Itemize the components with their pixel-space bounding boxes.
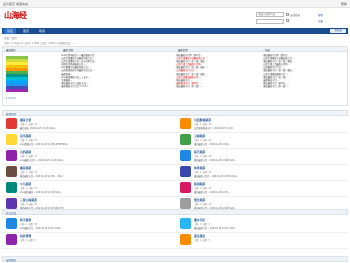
forum-icon[interactable] <box>6 198 17 209</box>
col-new-threads: 最新主题 <box>63 49 74 52</box>
forum-icon[interactable] <box>180 218 191 229</box>
forum-icon[interactable] <box>6 118 17 129</box>
new-post-button[interactable]: 发新帖 <box>330 29 346 33</box>
forum-stats-line: 今日: 1 | 昨日: 6 | 帖子: 1,836 | 会员: 4,552 | … <box>4 42 75 45</box>
forum-last-post[interactable]: 播出最新节目... 2023-6-15 13:28 Ywhu <box>194 158 235 162</box>
forum-icon[interactable] <box>6 218 17 229</box>
remember-checkbox[interactable] <box>286 19 289 22</box>
forum-item[interactable]: 意见建议 主题: 1, 帖数: 5 <box>176 233 348 248</box>
register-link[interactable]: 注册 <box>318 19 323 23</box>
section-title: 影视天堂 <box>6 113 17 116</box>
forum-item[interactable]: 少儿频道 主题: 1, 帖数: 37 sina播出最新... 2023-6-15 1… <box>2 181 174 196</box>
top-bar: 设为首页 收藏本站 帮助 <box>0 0 350 8</box>
search-link[interactable]: 搜索 <box>318 13 323 17</box>
col-new-images: 最新图片 <box>6 49 17 52</box>
forum-last-post[interactable]: 播出最新节目... 2023-6-15 12:58 ... Pel 1 <box>20 174 63 178</box>
forum-last-post[interactable]: sina重播节目... 2023-6-15 12:38 (STKRTSSs) <box>20 142 68 146</box>
list-item[interactable]: · 播出最新节目（全一套）... <box>175 85 260 88</box>
forum-icon[interactable] <box>6 134 17 145</box>
forum-item[interactable]: 综艺频道 主题: 1, 帖数: 56 播出最新节目... 2023-6-15 13:… <box>176 149 348 164</box>
forum-last-post[interactable]: sina最新共计... 2023-6-15 12:51 Ywhu <box>20 226 61 230</box>
nav-tab-forum[interactable]: 论坛 <box>4 28 17 34</box>
forum-icon[interactable] <box>180 234 191 245</box>
section-header-general[interactable]: 综合交流 <box>2 209 348 215</box>
forum-item[interactable]: 新手报到 主题: 1, 帖数: 58 sina最新共计... 2023-6-15 1… <box>2 217 174 232</box>
slideshow-pager[interactable]: 1 2 3 4 5 <box>6 97 16 100</box>
forum-item[interactable]: 播音天堂 主题: 1, 帖数: 32 最后发表: 2023-6-15 13:18 Y… <box>2 117 174 132</box>
breadcrumb[interactable]: 论坛 › 首页 <box>4 36 204 40</box>
nav-tab-guide[interactable]: 导读 <box>36 28 48 34</box>
row-divider <box>2 248 348 249</box>
forum-icon[interactable] <box>6 150 17 161</box>
forum-icon[interactable] <box>6 182 17 193</box>
forum-item[interactable]: 卫视频道 主题: 1, 帖数: 51 播出最新节目... 2023-6-15 13:… <box>176 133 348 148</box>
forum-icon[interactable] <box>180 118 191 129</box>
forum-icon[interactable] <box>180 134 191 145</box>
main-nav: 论坛 首页 导读 发新帖 <box>2 28 348 34</box>
forum-stats: 主题: 1, 帖数: 3 <box>20 239 36 242</box>
forum-last-post[interactable]: sina最新节目共... 2023-6-15 12:28 Ywhu <box>20 158 63 162</box>
forum-item[interactable]: 体育频道 主题: 1, 帖数: 24 播出最新节目共... 2023-6-15 13… <box>176 165 348 180</box>
auto-login-label: 自动登录 <box>290 14 301 17</box>
new-replies-list: · 播出最新节目单（第1页） · 山西卫视播放节目最新表汇总 ... · 播出最新节… <box>175 54 260 104</box>
nav-tab-home[interactable]: 首页 <box>20 28 32 34</box>
section-title: 友情链接 <box>6 259 17 262</box>
logo-text: 山海经 <box>4 10 27 20</box>
forum-icon[interactable] <box>6 234 17 245</box>
section-title: 综合交流 <box>6 212 17 215</box>
forum-icon[interactable] <box>6 166 17 177</box>
forum-last-post[interactable]: 播出最新节目... 2023-6-15 13:29 ... <box>194 142 231 146</box>
forum-last-post[interactable]: 播出最新节目... 2023-6-15 12:31 ... <box>194 190 231 194</box>
forum-icon[interactable] <box>180 166 191 177</box>
forum-last-post[interactable]: 播出最新节目... 2023-6-15 12:57 Ywhu <box>194 226 235 230</box>
site-logo[interactable]: 山海经 <box>4 9 34 22</box>
slideshow-image[interactable] <box>6 56 28 94</box>
forum-item[interactable]: 新闻频道 主题: 1, 帖数: 29 播出最新节目... 2023-6-15 12:… <box>176 181 348 196</box>
help-link[interactable]: 帮助 <box>341 2 347 6</box>
forum-item[interactable]: 音乐频道 主题: 1, 帖数: 65 sina重播节目... 2023-6-15 1… <box>2 133 174 148</box>
forum-item[interactable]: 灌水专区 主题: 1, 帖数: 9 播出最新节目... 2023-6-15 12:5… <box>176 217 348 232</box>
forum-icon[interactable] <box>180 182 191 193</box>
forum-stats: 主题: 1, 帖数: 5 <box>194 239 210 242</box>
top-panel-header: 最新图片 最新主题 最新回复 热帖 <box>3 47 347 52</box>
auto-login-checkbox[interactable] <box>286 13 289 16</box>
forum-item[interactable]: 山西频道 主题: 1, 帖数: 77 sina最新节目共... 2023-6-15 … <box>2 149 174 164</box>
password-input[interactable] <box>256 19 284 24</box>
hot-list: · 播出最新节目单（第1页） · 山西卫视播放节目最新表汇总 ... · 播出最新节… <box>262 54 346 104</box>
image-stripe <box>6 89 28 92</box>
search-input[interactable] <box>256 12 284 17</box>
forum-last-post[interactable]: sina播出最新... 2023-6-15 12:32 Ywhu <box>20 190 61 194</box>
forum-last-post[interactable]: 播出最新节目共... 2023-6-15 13:56 Ywhu <box>194 174 237 178</box>
section-header-links[interactable]: 友情链接 <box>2 256 348 262</box>
new-threads-list: · sina卫星电视台——最近播放节目... · 山西卫视播放节目最新列表汇总..… <box>60 54 170 104</box>
col-new-replies: 最新回复 <box>178 49 189 52</box>
list-item[interactable]: · 最新播放节目 共计 ?!?!?!?... <box>60 85 170 88</box>
top-bar-links[interactable]: 设为首页 收藏本站 <box>3 2 28 6</box>
forum-icon[interactable] <box>180 150 191 161</box>
forum-item[interactable]: 山西影视频道 主题: 1, 帖数: 35 山西影视频道节目... 2023-6-15… <box>176 117 348 132</box>
col-hot: 热帖 <box>265 49 271 52</box>
forum-item[interactable]: 播音频道 主题: 1, 帖数: 27 播出最新节目... 2023-6-15 12:… <box>2 165 174 180</box>
forum-last-post[interactable]: 最后发表: 2023-6-15 13:18 Ywhu <box>20 126 55 130</box>
list-item[interactable]: · 播出最新节目（全一套）... <box>262 85 346 88</box>
forum-last-post[interactable]: 山西影视频道节目... 2023-6-15 13:18 <box>194 126 233 130</box>
section-header-movies[interactable]: 影视天堂 <box>2 110 348 116</box>
forum-item[interactable]: 站务管理 主题: 1, 帖数: 3 <box>2 233 174 248</box>
forum-icon[interactable] <box>180 198 191 209</box>
